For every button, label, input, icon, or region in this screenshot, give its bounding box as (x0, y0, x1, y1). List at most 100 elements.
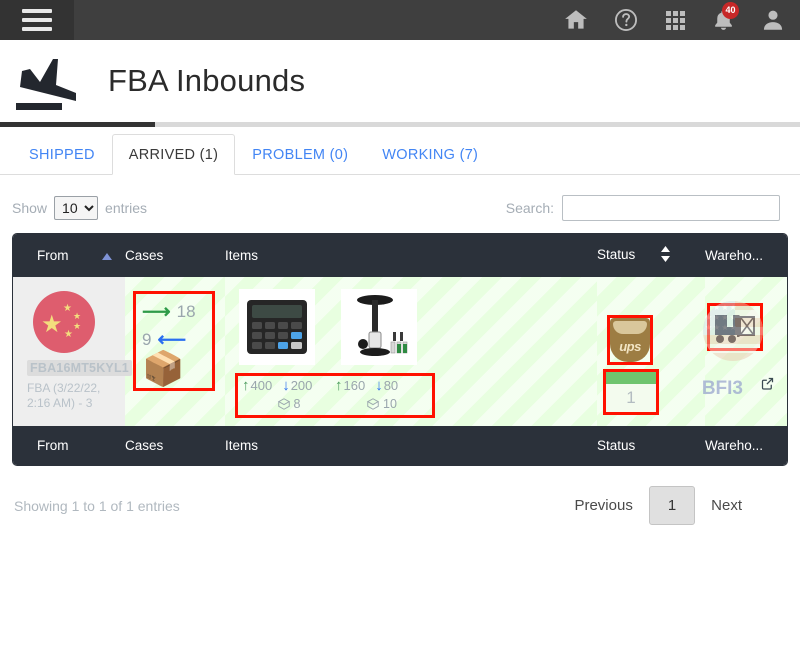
china-flag-icon: ★ ★ ★ ★ ★ (33, 291, 95, 353)
column-header-warehouse[interactable]: Wareho... (705, 234, 787, 277)
search-label: Search: (505, 200, 554, 216)
show-entries-control: Show 10 entries (12, 196, 147, 220)
flag-canton: ★★★★ ★★★★ ★★★★ (703, 301, 737, 335)
flag-star: ★ (73, 321, 82, 331)
flag-star: ★ (41, 311, 63, 338)
column-header-cases-label: Cases (125, 248, 164, 263)
notification-badge-count: 40 (722, 1, 739, 19)
user-avatar-icon[interactable] (760, 7, 786, 33)
pagination-previous[interactable]: Previous (560, 489, 646, 522)
flag-stripe (703, 352, 763, 361)
external-link-icon[interactable] (760, 376, 775, 396)
arrow-down-icon: ↓ (282, 377, 290, 394)
hamburger-menu-icon[interactable] (0, 0, 74, 40)
column-header-status[interactable]: Status (597, 234, 705, 277)
cell-warehouse: ★★★★ ★★★★ ★★★★ BFI3 (701, 277, 787, 426)
bike-pump-product-image[interactable] (341, 289, 417, 365)
column-header-items[interactable]: Items (225, 234, 597, 277)
cell-status: ups 1 (597, 277, 705, 426)
item-received: ↓ 200 (282, 378, 312, 393)
footer-column-from[interactable]: From (13, 426, 125, 465)
pagination: Previous 1 Next (560, 486, 756, 525)
flag-stripe (703, 335, 763, 344)
shipment-subtitle: FBA (3/22/22, 2:16 AM) - 3 (27, 381, 101, 410)
column-header-status-label: Status (597, 247, 636, 263)
tab-working[interactable]: WORKING (7) (365, 134, 495, 175)
cell-items: ↑ 400 ↓ 200 8 ↑ 160 ↓ 80 10 (225, 277, 597, 426)
flag-star: ★ (64, 329, 73, 340)
arrow-up-icon: ↑ (335, 377, 343, 394)
table-controls: Show 10 entries Search: (0, 175, 800, 233)
sort-ascending-icon[interactable] (102, 252, 113, 260)
topbar-icon-group: 40 (563, 0, 786, 40)
carrier-highlight-box: ups (607, 315, 653, 365)
flag-stripe (703, 343, 763, 353)
page-header: FBA Inbounds (0, 40, 800, 122)
sort-both-icon[interactable] (661, 246, 671, 265)
apps-grid-icon[interactable] (663, 8, 687, 32)
tab-problem[interactable]: PROBLEM (0) (235, 134, 365, 175)
tab-arrived[interactable]: ARRIVED (1) (111, 134, 236, 175)
page-size-select[interactable]: 10 (54, 196, 99, 220)
table-header-row: From Cases Items Status Wareho... (13, 234, 787, 277)
footer-column-items[interactable]: Items (225, 426, 597, 465)
item-received-value: 200 (290, 378, 313, 393)
cases-inbound-count: 18 (176, 302, 196, 321)
item-quantities-highlight-box: ↑ 400 ↓ 200 8 ↑ 160 ↓ 80 10 (235, 373, 435, 418)
item-quantity-line: ↑ 160 ↓ 80 (335, 378, 428, 393)
pagination-next[interactable]: Next (697, 489, 756, 522)
item-expected-value: 400 (250, 378, 273, 393)
home-icon[interactable] (563, 7, 589, 33)
usa-flag-icon: ★★★★ ★★★★ ★★★★ (703, 301, 763, 361)
column-header-from-label: From (37, 248, 69, 263)
cell-cases: ⟶ 18 9 ⟵ 📦 (125, 277, 225, 426)
column-header-from[interactable]: From (13, 234, 125, 277)
package-box-icon: 📦 (142, 350, 185, 388)
item-expected: ↑ 400 (242, 378, 272, 393)
pagination-page-1[interactable]: 1 (648, 486, 696, 525)
item-expected: ↑ 160 (335, 378, 365, 393)
item-quantity-line: ↑ 400 ↓ 200 (242, 378, 335, 393)
column-header-cases[interactable]: Cases (125, 234, 225, 277)
search-input[interactable] (562, 195, 780, 221)
entries-label: entries (105, 200, 148, 216)
item-expected-value: 160 (343, 378, 366, 393)
tab-shipped[interactable]: SHIPPED (12, 134, 112, 175)
page-title: FBA Inbounds (108, 63, 306, 98)
calculator-product-image[interactable] (239, 289, 315, 365)
table-footer: Showing 1 to 1 of 1 entries Previous 1 N… (0, 466, 800, 525)
cases-outbound-count: 9 (142, 330, 152, 349)
arrow-left-icon: ⟵ (157, 329, 187, 351)
warehouse-name: BFI3 (701, 378, 743, 399)
showing-entries-text: Showing 1 to 1 of 1 entries (14, 497, 180, 514)
column-header-items-label: Items (225, 248, 259, 263)
cases-highlight-box: ⟶ 18 9 ⟵ 📦 (133, 291, 215, 391)
cell-from: ★ ★ ★ ★ ★ FBA16MT5KYL1 FBA (3/22/22, 2:1… (13, 277, 132, 426)
tab-bar: SHIPPED ARRIVED (1) PROBLEM (0) WORKING … (0, 127, 800, 175)
shipment-id[interactable]: FBA16MT5KYL1 (27, 360, 132, 376)
item-image-list (231, 285, 597, 369)
ups-shield-icon[interactable]: ups (610, 318, 650, 362)
table-row[interactable]: ★ ★ ★ ★ ★ FBA16MT5KYL1 FBA (3/22/22, 2:1… (13, 277, 787, 426)
arrow-down-icon: ↓ (375, 377, 383, 394)
cube-icon (277, 398, 290, 410)
item-cases-value: 8 (293, 397, 301, 411)
item-quantities-row: ↑ 400 ↓ 200 8 ↑ 160 ↓ 80 10 (242, 378, 428, 411)
cases-inbound-line: ⟶ 18 (142, 298, 206, 326)
flag-star: ★ (63, 303, 72, 314)
hamburger-bar (22, 27, 52, 31)
show-label: Show (12, 200, 48, 216)
notifications-bell-icon[interactable]: 40 (711, 1, 739, 33)
footer-column-warehouse[interactable]: Wareho... (705, 426, 787, 465)
help-icon[interactable] (613, 7, 639, 33)
calendar-value: 1 (626, 388, 636, 407)
calendar-highlight-box: 1 (603, 369, 659, 415)
arrow-right-icon: ⟶ (142, 301, 171, 323)
item-received: ↓ 80 (375, 378, 398, 393)
search-control: Search: (506, 195, 780, 221)
cube-icon (366, 398, 380, 410)
column-header-warehouse-label: Wareho... (705, 248, 764, 263)
calendar-icon[interactable]: 1 (606, 372, 656, 412)
footer-column-status[interactable]: Status (597, 426, 705, 465)
footer-column-cases[interactable]: Cases (125, 426, 225, 465)
